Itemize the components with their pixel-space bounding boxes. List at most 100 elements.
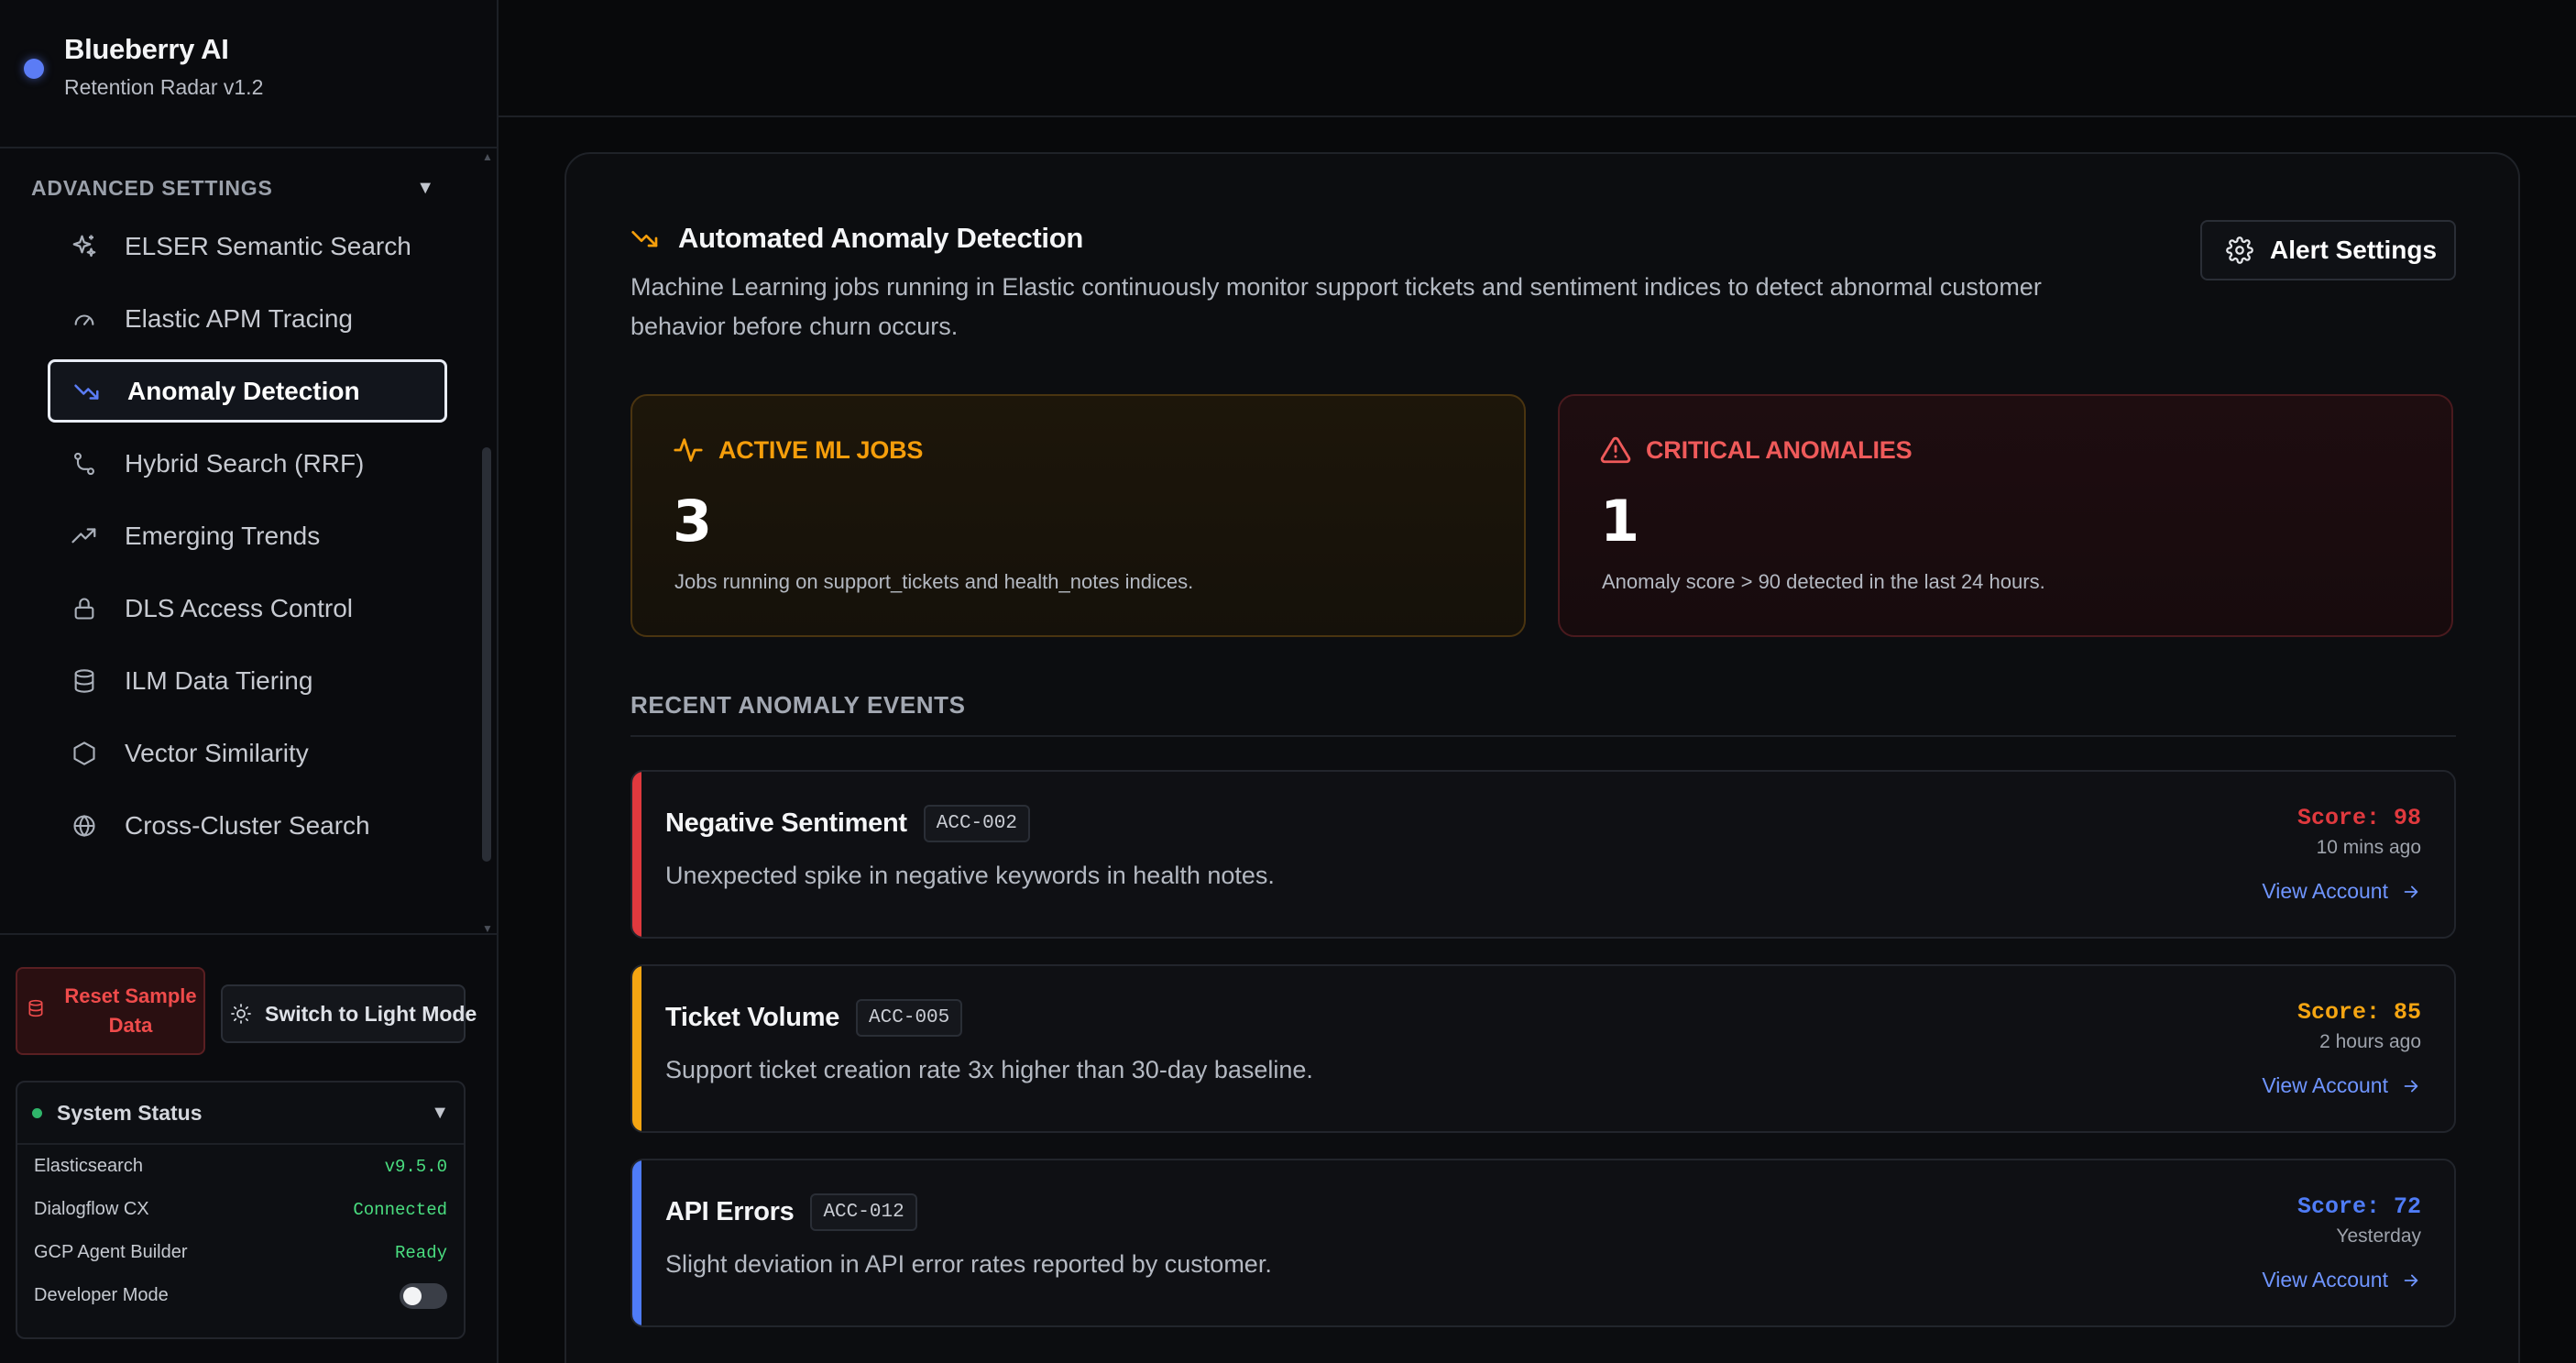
sidebar-item-hybrid-search[interactable]: Hybrid Search (RRF) bbox=[48, 432, 447, 495]
sidebar-item-elastic-apm-tracing[interactable]: Elastic APM Tracing bbox=[48, 287, 447, 350]
event-meta: Score: 85 2 hours ago View Account bbox=[2262, 999, 2421, 1098]
alert-triangle-icon bbox=[1600, 434, 1633, 466]
divider bbox=[630, 735, 2456, 737]
trending-up-icon bbox=[70, 522, 99, 551]
status-label: Dialogflow CX bbox=[34, 1199, 149, 1219]
view-account-link[interactable]: View Account bbox=[2262, 1268, 2421, 1292]
sidebar-scrollbar[interactable]: ▲ ▼ bbox=[480, 147, 493, 935]
sidebar-item-label: DLS Access Control bbox=[125, 593, 353, 622]
event-title-row: Ticket Volume ACC-005 bbox=[665, 999, 963, 1037]
event-score: Score: 72 bbox=[2296, 1193, 2421, 1220]
sidebar-item-cross-cluster-search[interactable]: Cross-Cluster Search bbox=[48, 794, 447, 857]
event-time: 10 mins ago bbox=[2316, 837, 2421, 858]
sidebar-item-ilm-data-tiering[interactable]: ILM Data Tiering bbox=[48, 649, 447, 712]
brand[interactable]: Blueberry AI Retention Radar v1.2 bbox=[18, 27, 477, 110]
arrow-right-icon bbox=[2401, 1076, 2421, 1096]
developer-mode-toggle[interactable] bbox=[400, 1282, 447, 1309]
alert-settings-button[interactable]: Alert Settings bbox=[2200, 220, 2456, 280]
stat-label: ACTIVE ML JOBS bbox=[673, 434, 923, 466]
page-heading: Automated Anomaly Detection bbox=[630, 222, 1083, 255]
brand-name: Blueberry AI bbox=[64, 33, 229, 65]
status-row-dialogflow: Dialogflow CX Connected bbox=[17, 1188, 464, 1231]
stat-value: 1 bbox=[1600, 488, 1640, 555]
database-icon bbox=[27, 999, 49, 1023]
sidebar-item-label: ELSER Semantic Search bbox=[125, 231, 411, 260]
event-title: API Errors bbox=[665, 1197, 795, 1226]
stat-value: 3 bbox=[673, 488, 713, 555]
view-account-link[interactable]: View Account bbox=[2262, 1073, 2421, 1098]
event-title: Negative Sentiment bbox=[665, 808, 907, 838]
trending-down-icon bbox=[72, 377, 102, 406]
sidebar-item-elser-semantic-search[interactable]: ELSER Semantic Search bbox=[48, 214, 447, 278]
sidebar-item-label: Cross-Cluster Search bbox=[125, 810, 370, 840]
severity-bar bbox=[632, 772, 641, 937]
status-row-developer-mode: Developer Mode bbox=[17, 1274, 464, 1317]
scroll-up-icon[interactable]: ▲ bbox=[482, 150, 493, 163]
anomaly-detection-card: Automated Anomaly Detection Machine Lear… bbox=[565, 152, 2520, 1363]
stat-label-text: ACTIVE ML JOBS bbox=[718, 435, 924, 464]
theme-label: Switch to Light Mode bbox=[265, 1001, 477, 1026]
account-badge: ACC-005 bbox=[856, 999, 963, 1037]
lock-icon bbox=[70, 594, 99, 623]
event-score: Score: 85 bbox=[2296, 999, 2421, 1026]
event-description: Unexpected spike in negative keywords in… bbox=[665, 862, 1275, 889]
account-badge: ACC-002 bbox=[923, 805, 1030, 842]
severity-bar bbox=[632, 966, 641, 1131]
status-label: Developer Mode bbox=[34, 1285, 169, 1305]
sidebar-item-label: ILM Data Tiering bbox=[125, 665, 313, 695]
event-meta: Score: 98 10 mins ago View Account bbox=[2262, 805, 2421, 904]
system-status-header[interactable]: System Status ▼ bbox=[17, 1083, 464, 1145]
status-label: Elasticsearch bbox=[34, 1156, 143, 1176]
gear-icon bbox=[2226, 236, 2255, 264]
stat-label-text: CRITICAL ANOMALIES bbox=[1646, 435, 1913, 464]
anomaly-event-card: API Errors ACC-012 Slight deviation in A… bbox=[630, 1159, 2456, 1327]
critical-anomalies-card: CRITICAL ANOMALIES 1 Anomaly score > 90 … bbox=[1558, 394, 2453, 637]
sidebar-item-anomaly-detection[interactable]: Anomaly Detection bbox=[48, 359, 447, 423]
scroll-thumb[interactable] bbox=[482, 447, 491, 862]
divider bbox=[0, 147, 497, 148]
git-branch-icon bbox=[70, 449, 99, 478]
status-row-elasticsearch: Elasticsearch v9.5.0 bbox=[17, 1145, 464, 1188]
event-title-row: API Errors ACC-012 bbox=[665, 1193, 917, 1231]
page-description: Machine Learning jobs running in Elastic… bbox=[630, 273, 2042, 340]
sparkles-icon bbox=[70, 232, 99, 261]
event-title: Ticket Volume bbox=[665, 1003, 840, 1032]
trending-down-icon bbox=[630, 224, 663, 253]
sidebar-item-label: Vector Similarity bbox=[125, 738, 309, 767]
stat-description: Anomaly score > 90 detected in the last … bbox=[1602, 570, 2045, 593]
switch-light-mode-button[interactable]: Switch to Light Mode bbox=[221, 984, 477, 1043]
event-description: Slight deviation in API error rates repo… bbox=[665, 1250, 1272, 1278]
arrow-right-icon bbox=[2401, 882, 2421, 902]
status-row-gcp-agent-builder: GCP Agent Builder Ready bbox=[17, 1231, 464, 1274]
sun-icon bbox=[230, 1003, 252, 1025]
view-account-label: View Account bbox=[2262, 1268, 2388, 1292]
sidebar: Blueberry AI Retention Radar v1.2 ADVANC… bbox=[0, 0, 499, 1363]
severity-bar bbox=[632, 1160, 641, 1325]
events-section-title: RECENT ANOMALY EVENTS bbox=[630, 691, 966, 719]
hexagon-icon bbox=[70, 739, 99, 768]
sidebar-item-emerging-trends[interactable]: Emerging Trends bbox=[48, 504, 447, 567]
event-title-row: Negative Sentiment ACC-002 bbox=[665, 805, 1030, 842]
reset-sample-data-button[interactable]: Reset Sample Data bbox=[16, 967, 205, 1055]
divider bbox=[0, 933, 497, 935]
view-account-link[interactable]: View Account bbox=[2262, 879, 2421, 904]
globe-icon bbox=[70, 811, 99, 841]
section-title: ADVANCED SETTINGS bbox=[31, 175, 273, 200]
page-title: Automated Anomaly Detection bbox=[678, 222, 1084, 254]
advanced-settings-header[interactable]: ADVANCED SETTINGS ▼ bbox=[31, 172, 434, 203]
activity-icon bbox=[673, 434, 706, 466]
database-icon bbox=[70, 666, 99, 696]
status-value: v9.5.0 bbox=[384, 1156, 447, 1177]
top-bar bbox=[499, 0, 2576, 117]
app: Blueberry AI Retention Radar v1.2 ADVANC… bbox=[0, 0, 2576, 1363]
sidebar-item-label: Hybrid Search (RRF) bbox=[125, 448, 365, 478]
status-value: Connected bbox=[353, 1199, 447, 1220]
brand-logo-dot bbox=[24, 59, 44, 79]
event-time: 2 hours ago bbox=[2319, 1031, 2421, 1052]
sidebar-item-dls-access-control[interactable]: DLS Access Control bbox=[48, 577, 447, 640]
main-content: Automated Anomaly Detection Machine Lear… bbox=[499, 0, 2576, 1363]
account-badge: ACC-012 bbox=[810, 1193, 917, 1231]
status-label: GCP Agent Builder bbox=[34, 1242, 188, 1262]
sidebar-item-vector-similarity[interactable]: Vector Similarity bbox=[48, 721, 447, 785]
stat-label: CRITICAL ANOMALIES bbox=[1600, 434, 1913, 466]
